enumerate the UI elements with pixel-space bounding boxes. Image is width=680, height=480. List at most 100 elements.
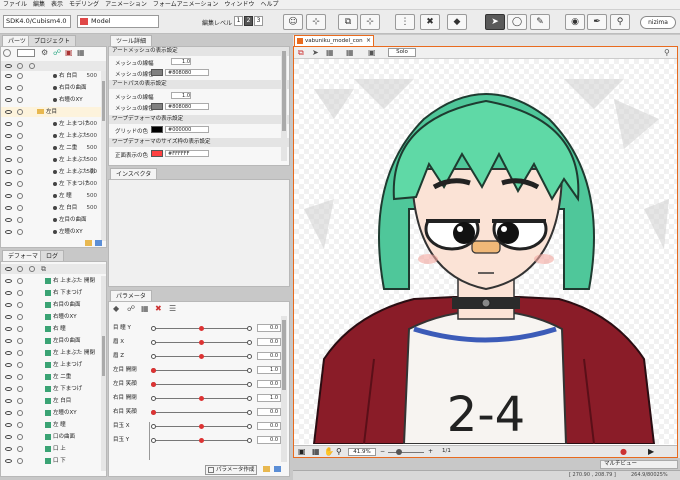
lock-icon[interactable]	[17, 398, 23, 404]
lock-icon[interactable]	[17, 73, 23, 79]
create-parameter-button[interactable]: パラメータ作成	[205, 465, 257, 475]
lock-icon[interactable]	[17, 278, 23, 284]
edit-mesh-icon[interactable]: ✖	[420, 14, 440, 30]
visibility-icon[interactable]	[5, 399, 12, 403]
parts-row[interactable]: 右瞳のXY	[1, 95, 101, 105]
visibility-icon[interactable]	[5, 363, 12, 367]
lock-icon[interactable]	[17, 157, 23, 163]
lock-icon[interactable]	[17, 181, 23, 187]
visibility-icon[interactable]	[5, 351, 12, 355]
mesh-line-width-field[interactable]: 1.0	[171, 58, 191, 65]
visibility-icon[interactable]	[5, 98, 12, 102]
mesh-line-color-field[interactable]: #808080	[165, 69, 209, 76]
deformer-icon[interactable]: ⊹	[306, 14, 326, 30]
parameter-slider-knob[interactable]	[199, 354, 204, 359]
edit-level-2[interactable]: 2	[244, 16, 253, 26]
path-line-color-swatch[interactable]	[151, 103, 163, 110]
arrow-tool-icon[interactable]: ➤	[485, 14, 505, 30]
tab-deformer[interactable]: デフォーマ	[2, 250, 45, 261]
link-icon[interactable]: ☍	[53, 49, 61, 57]
parameter-row[interactable]: 目 瞳 Y 0.0	[109, 322, 289, 334]
visibility-icon[interactable]	[5, 459, 12, 463]
view-fit-icon[interactable]: ▦	[346, 48, 354, 57]
parameter-max-key[interactable]	[247, 354, 252, 359]
parameter-slider-knob[interactable]	[199, 396, 204, 401]
parts-row[interactable]: 左 白目 500	[1, 203, 101, 213]
visibility-icon[interactable]	[5, 230, 12, 234]
visibility-icon[interactable]	[5, 74, 12, 78]
front-color-swatch[interactable]	[151, 150, 163, 157]
parameter-min-key[interactable]	[151, 424, 156, 429]
path-line-width-field[interactable]: 1.0	[171, 92, 191, 99]
lock-icon[interactable]	[17, 133, 23, 139]
pen-tool-icon[interactable]: ✒	[587, 14, 607, 30]
lasso-tool-icon[interactable]: ◯	[507, 14, 527, 30]
lock-icon[interactable]	[17, 302, 23, 308]
deformer-row[interactable]: 口の曲面	[1, 432, 101, 442]
warp-mode-icon[interactable]: ⧉	[41, 265, 46, 274]
tab-inspector[interactable]: インスペクタ	[110, 168, 158, 179]
parameter-row[interactable]: 目玉 X 0.0	[109, 420, 289, 432]
lock-icon[interactable]	[17, 422, 23, 428]
lock-icon[interactable]	[17, 338, 23, 344]
parameter-value[interactable]: 0.0	[257, 380, 281, 388]
parameter-value[interactable]: 0.0	[257, 422, 281, 430]
view-dropper-icon[interactable]: ⚲	[664, 48, 670, 57]
visibility-icon[interactable]	[5, 375, 12, 379]
dropper-tool-icon[interactable]: ⚲	[610, 14, 630, 30]
visibility-icon[interactable]	[5, 146, 12, 150]
viewport-tab[interactable]: vabuniku_model_con ×	[294, 35, 374, 46]
pin-tool-icon[interactable]: ◉	[565, 14, 585, 30]
parameter-row[interactable]: 眉 X 0.0	[109, 336, 289, 348]
visibility-icon[interactable]	[5, 158, 12, 162]
zoom-out-icon[interactable]: −	[380, 448, 385, 455]
visibility-icon[interactable]	[5, 134, 12, 138]
deformer-row[interactable]: 左 上まつげ	[1, 360, 101, 370]
deformer-row[interactable]: 右 下まつげ	[1, 288, 101, 298]
screenshot-icon[interactable]: ▣	[298, 447, 306, 456]
visibility-icon[interactable]	[5, 291, 12, 295]
gear-icon[interactable]	[3, 49, 11, 57]
menu-edit[interactable]: 編集	[30, 0, 48, 10]
view-deformer-icon[interactable]: ⧉	[298, 48, 304, 58]
zoom-icon[interactable]: ⚲	[336, 447, 342, 456]
lock-icon[interactable]	[17, 362, 23, 368]
menu-file[interactable]: ファイル	[0, 0, 30, 10]
parameter-row[interactable]: 左目 開閉 1.0	[109, 364, 289, 376]
parts-row[interactable]: 左 下まつげ 500	[1, 179, 101, 189]
view-layer-icon[interactable]: ▣	[368, 48, 376, 57]
model-canvas[interactable]: 2-4	[294, 59, 677, 444]
tool-detail-scrollbar[interactable]	[281, 49, 287, 161]
parameter-value[interactable]: 0.0	[257, 408, 281, 416]
copy-icon[interactable]	[95, 240, 102, 246]
param-key-icon[interactable]: ◆	[113, 304, 119, 313]
mesh-line-color-swatch[interactable]	[151, 69, 163, 76]
lock-icon[interactable]	[17, 290, 23, 296]
parameter-min-key[interactable]	[151, 340, 156, 345]
visibility-header-icon[interactable]	[5, 64, 12, 68]
parameter-row[interactable]: 右目 笑顔 0.0	[109, 406, 289, 418]
lock-icon[interactable]	[17, 85, 23, 91]
view-mesh-icon[interactable]: ▦	[326, 48, 334, 57]
param-copy-icon[interactable]	[274, 466, 281, 472]
visibility-icon[interactable]	[5, 122, 12, 126]
tab-tool-detail[interactable]: ツール詳細	[110, 35, 153, 46]
parameter-track[interactable]	[153, 370, 249, 371]
parameter-slider-knob[interactable]	[151, 368, 156, 373]
parts-row[interactable]: 左 上まぶた 500	[1, 155, 101, 165]
deformer-row[interactable]: 口 下	[1, 456, 101, 466]
mesh-icon[interactable]: ⋮	[395, 14, 415, 30]
lock-icon[interactable]	[17, 314, 23, 320]
zoom-slider[interactable]	[388, 449, 424, 455]
parameter-row[interactable]: 目玉 Y 0.0	[109, 434, 289, 446]
parameter-slider-knob[interactable]	[199, 340, 204, 345]
parameter-max-key[interactable]	[247, 326, 252, 331]
visibility-icon[interactable]	[5, 447, 12, 451]
parameter-row[interactable]: 左目 笑顔 0.0	[109, 378, 289, 390]
person-icon[interactable]: ☺	[283, 14, 303, 30]
parameter-max-key[interactable]	[247, 396, 252, 401]
parts-row[interactable]: 左 上まぶた 影 500	[1, 167, 101, 177]
menu-view[interactable]: 表示	[48, 0, 66, 10]
deformer-lock-icon[interactable]	[17, 266, 23, 272]
menu-window[interactable]: ウィンドウ	[221, 0, 257, 10]
